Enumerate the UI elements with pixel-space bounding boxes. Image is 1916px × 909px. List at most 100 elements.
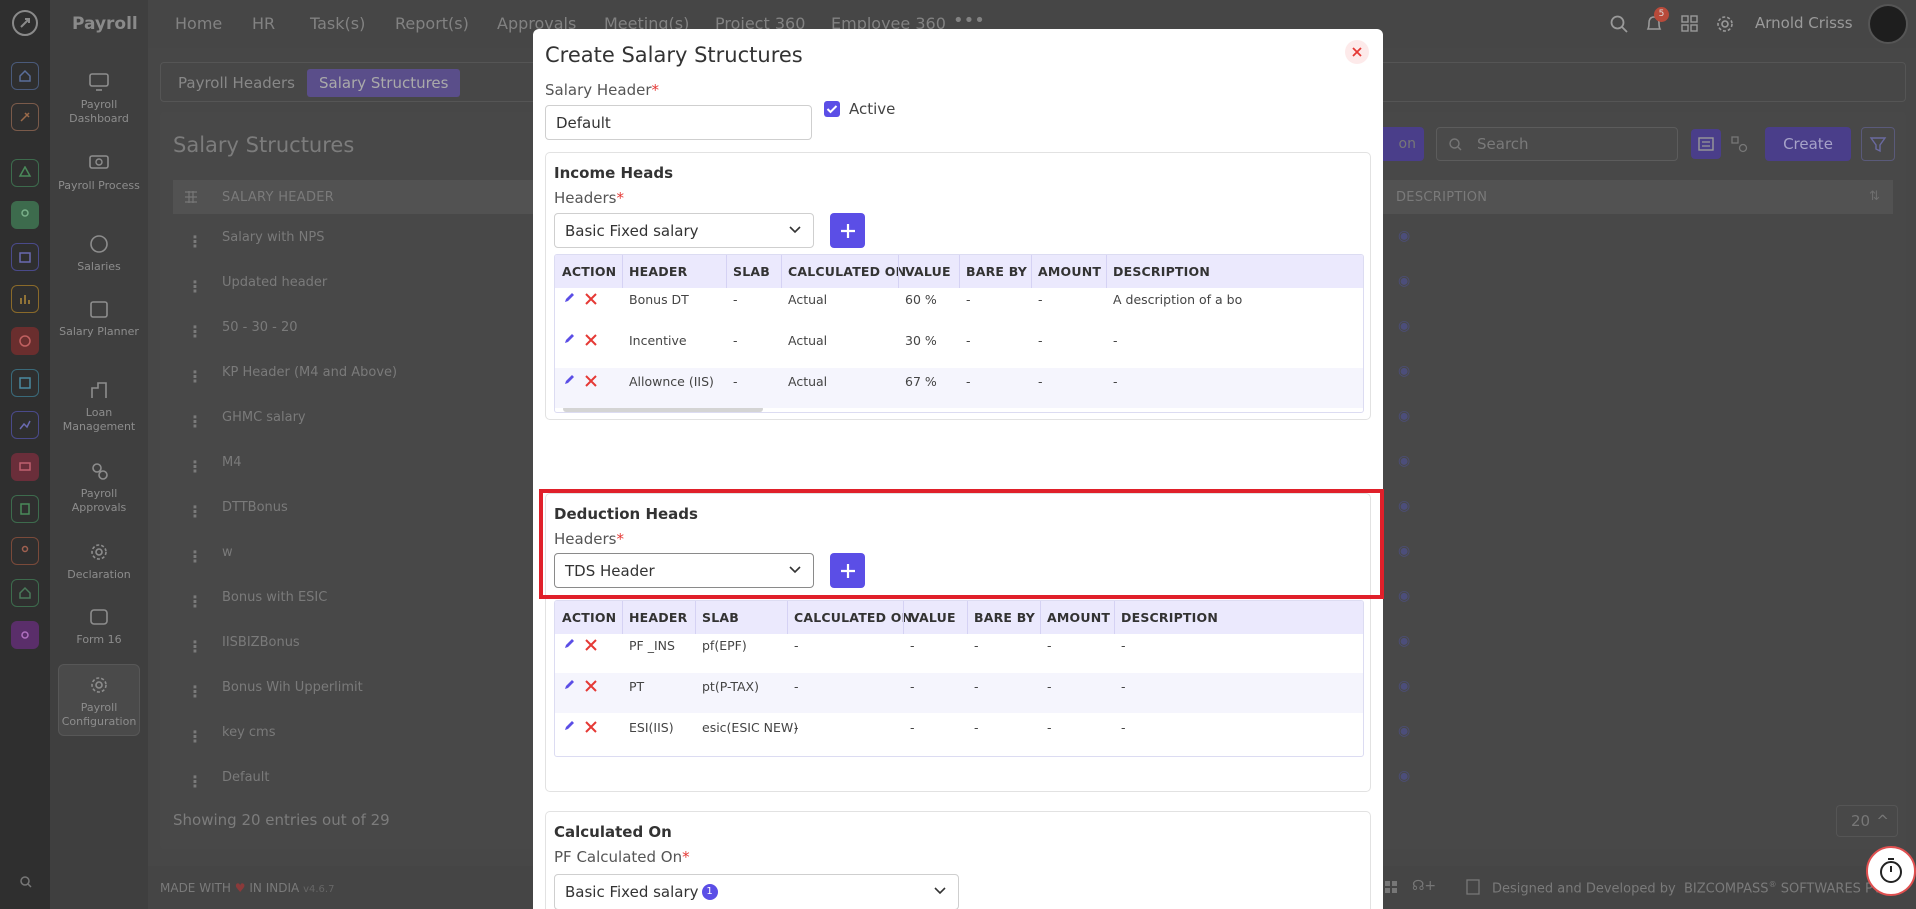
background-row-label[interactable]: KP Header (M4 and Above) xyxy=(222,365,397,380)
nav-payroll-dashboard[interactable]: Payroll Dashboard xyxy=(58,72,140,126)
edit-icon[interactable] xyxy=(564,679,575,690)
search-rail-icon[interactable] xyxy=(20,876,32,888)
background-row-label[interactable]: M4 xyxy=(222,455,242,470)
edit-icon[interactable] xyxy=(564,292,575,303)
delete-icon[interactable] xyxy=(585,334,597,346)
row-menu-icon[interactable]: ⋮ xyxy=(187,682,203,701)
row-menu-icon[interactable]: ⋮ xyxy=(187,457,203,476)
nav-form-16[interactable]: Form 16 xyxy=(58,607,140,647)
view-eye-icon[interactable]: ◉ xyxy=(1398,363,1410,379)
list-view-icon[interactable] xyxy=(1691,129,1721,159)
view-eye-icon[interactable]: ◉ xyxy=(1398,498,1410,514)
topnav-reports[interactable]: Report(s) xyxy=(395,14,469,33)
nav-salary-planner[interactable]: Salary Planner xyxy=(58,299,140,339)
delete-icon[interactable] xyxy=(585,375,597,387)
add-deduction-header-button[interactable] xyxy=(830,553,865,588)
sort-icon[interactable]: ⇅ xyxy=(1869,189,1880,204)
view-eye-icon[interactable]: ◉ xyxy=(1398,543,1410,559)
background-row-label[interactable]: Bonus with ESIC xyxy=(222,590,327,605)
background-row-label[interactable]: Updated header xyxy=(222,275,327,290)
delete-icon[interactable] xyxy=(585,680,597,692)
calendar-rail-icon[interactable] xyxy=(11,243,39,271)
graph-rail-icon[interactable] xyxy=(11,411,39,439)
grid-view-icon[interactable] xyxy=(1724,129,1754,159)
nav-loan-management[interactable]: Loan Management xyxy=(58,380,140,434)
row-menu-icon[interactable]: ⋮ xyxy=(187,232,203,251)
view-eye-icon[interactable]: ◉ xyxy=(1398,273,1410,289)
row-menu-icon[interactable]: ⋮ xyxy=(187,502,203,521)
row-menu-icon[interactable]: ⋮ xyxy=(187,727,203,746)
filter-icon[interactable] xyxy=(1861,127,1895,161)
row-menu-icon[interactable]: ⋮ xyxy=(187,772,203,791)
nav-payroll-approvals[interactable]: Payroll Approvals xyxy=(58,461,140,515)
row-menu-icon[interactable]: ⋮ xyxy=(187,412,203,431)
chat-rail-icon[interactable] xyxy=(11,453,39,481)
delete-icon[interactable] xyxy=(585,721,597,733)
box-rail-icon[interactable] xyxy=(11,369,39,397)
background-row-label[interactable]: key cms xyxy=(222,725,275,740)
view-eye-icon[interactable]: ◉ xyxy=(1398,768,1410,784)
view-eye-icon[interactable]: ◉ xyxy=(1398,228,1410,244)
tab-salary-structures[interactable]: Salary Structures xyxy=(307,69,461,97)
topnav-home[interactable]: Home xyxy=(175,14,222,33)
view-eye-icon[interactable]: ◉ xyxy=(1398,408,1410,424)
search-input[interactable]: Search xyxy=(1436,127,1678,161)
settings-icon[interactable] xyxy=(1716,15,1734,33)
row-menu-icon[interactable]: ⋮ xyxy=(187,367,203,386)
edit-icon[interactable] xyxy=(564,374,575,385)
person-rail-icon[interactable] xyxy=(11,537,39,565)
add-income-header-button[interactable] xyxy=(830,213,865,248)
background-row-label[interactable]: w xyxy=(222,545,233,560)
active-checkbox[interactable] xyxy=(824,101,840,117)
user-name[interactable]: Arnold Crisss xyxy=(1755,14,1853,32)
pf-calculated-on-select[interactable]: Basic Fixed salary 1 xyxy=(554,874,959,909)
house-rail-icon[interactable] xyxy=(11,579,39,607)
row-menu-icon[interactable]: ⋮ xyxy=(187,637,203,656)
edit-icon[interactable] xyxy=(564,638,575,649)
support-icon[interactable]: ☊+ xyxy=(1412,878,1436,894)
view-eye-icon[interactable]: ◉ xyxy=(1398,588,1410,604)
background-row-label[interactable]: Salary with NPS xyxy=(222,230,325,245)
edit-icon[interactable] xyxy=(564,720,575,731)
nav-salaries[interactable]: Salaries xyxy=(58,234,140,274)
view-eye-icon[interactable]: ◉ xyxy=(1398,678,1410,694)
background-row-label[interactable]: GHMC salary xyxy=(222,410,306,425)
doc-rail-icon[interactable] xyxy=(11,495,39,523)
close-icon[interactable] xyxy=(1345,40,1369,64)
background-row-label[interactable]: IISBIZBonus xyxy=(222,635,300,650)
home-rail-icon[interactable] xyxy=(11,62,39,90)
timer-button[interactable] xyxy=(1866,846,1916,896)
topnav-hr[interactable]: HR xyxy=(252,14,275,33)
document-icon[interactable] xyxy=(1466,879,1480,895)
edit-icon[interactable] xyxy=(564,333,575,344)
nav-payroll-process[interactable]: Payroll Process xyxy=(58,153,140,193)
view-eye-icon[interactable]: ◉ xyxy=(1398,723,1410,739)
apps-grid-icon[interactable] xyxy=(1681,15,1698,32)
search-icon[interactable] xyxy=(1610,15,1628,33)
people-rail-icon[interactable] xyxy=(11,201,39,229)
page-size-select[interactable]: 20 ^ xyxy=(1836,805,1898,837)
nav-declaration[interactable]: Declaration xyxy=(58,542,140,582)
target-rail-icon[interactable] xyxy=(11,327,39,355)
create-button[interactable]: Create xyxy=(1765,127,1851,161)
tab-payroll-headers[interactable]: Payroll Headers xyxy=(166,69,307,97)
salary-header-input[interactable]: Default xyxy=(545,105,812,140)
view-eye-icon[interactable]: ◉ xyxy=(1398,633,1410,649)
view-eye-icon[interactable]: ◉ xyxy=(1398,453,1410,469)
background-row-label[interactable]: Bonus Wih Upperlimit xyxy=(222,680,363,695)
app-logo-icon[interactable] xyxy=(12,10,38,36)
background-row-label[interactable]: 50 - 30 - 20 xyxy=(222,320,298,335)
row-menu-icon[interactable]: ⋮ xyxy=(187,322,203,341)
deduction-headers-select[interactable]: TDS Header xyxy=(554,553,814,588)
topnav-tasks[interactable]: Task(s) xyxy=(310,14,365,33)
more-icon[interactable]: ••• xyxy=(953,10,985,31)
row-menu-icon[interactable]: ⋮ xyxy=(187,277,203,296)
delete-icon[interactable] xyxy=(585,639,597,651)
view-eye-icon[interactable]: ◉ xyxy=(1398,318,1410,334)
nav-payroll-configuration[interactable]: Payroll Configuration xyxy=(58,664,140,736)
pin-rail-icon[interactable] xyxy=(11,103,39,131)
tree-rail-icon[interactable] xyxy=(11,159,39,187)
income-headers-select[interactable]: Basic Fixed salary xyxy=(554,213,814,248)
background-row-label[interactable]: Default xyxy=(222,770,270,785)
row-menu-icon[interactable]: ⋮ xyxy=(187,547,203,566)
